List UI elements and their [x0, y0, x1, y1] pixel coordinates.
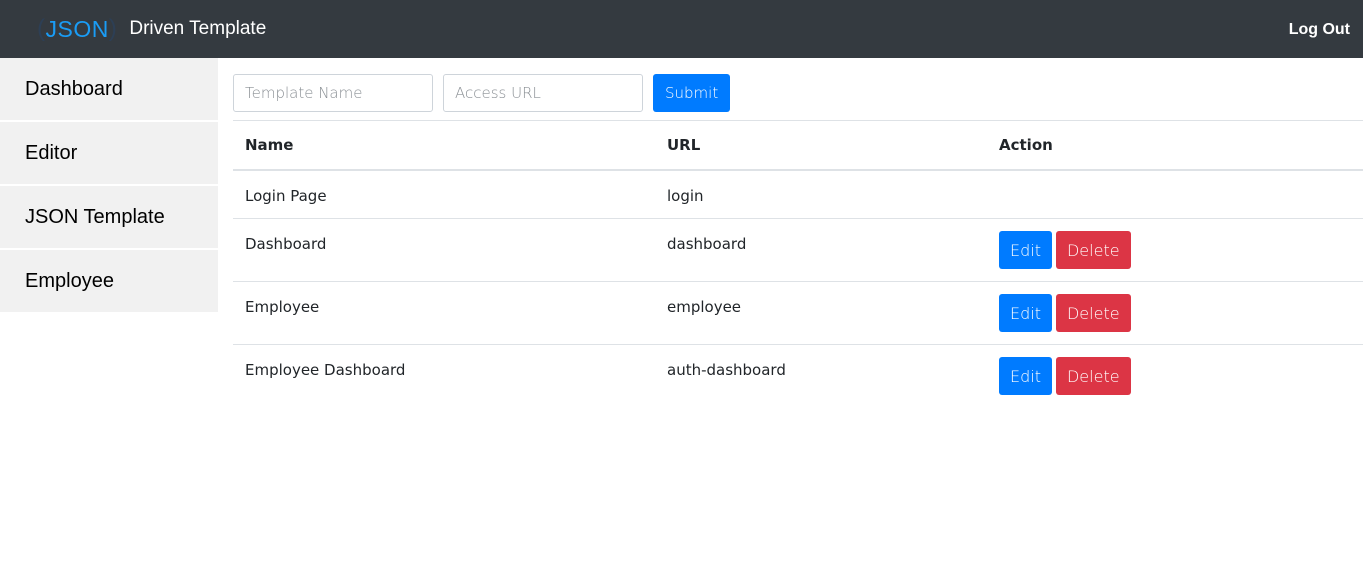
- sidebar-item-json-template[interactable]: JSON Template: [0, 186, 218, 248]
- row-actions: Edit Delete: [999, 282, 1351, 332]
- template-form: Submit: [233, 74, 731, 112]
- delete-button[interactable]: Delete: [1055, 294, 1131, 332]
- row-name: Employee Dashboard: [245, 361, 406, 379]
- row-name: Employee: [245, 298, 320, 316]
- table-row: Employee Dashboard auth-dashboard Edit D…: [233, 344, 1363, 408]
- sidebar-item-editor[interactable]: Editor: [0, 122, 218, 184]
- row-url: employee: [667, 298, 742, 316]
- table-row: Dashboard dashboard Edit Delete: [233, 218, 1363, 282]
- row-name: Dashboard: [245, 235, 327, 253]
- edit-button[interactable]: Edit: [999, 294, 1052, 332]
- logo-right-brace-icon: ): [108, 15, 118, 42]
- column-header-url: URL: [655, 120, 987, 171]
- logo-text: JSON: [45, 15, 109, 42]
- json-logo: ( JSON ): [33, 15, 121, 43]
- table-header-row: Name URL Action: [233, 120, 1363, 171]
- template-name-input[interactable]: [233, 74, 433, 112]
- row-url: auth-dashboard: [667, 361, 786, 379]
- delete-button[interactable]: Delete: [1055, 357, 1131, 395]
- column-header-name: Name: [233, 120, 655, 171]
- brand[interactable]: ( JSON ) Driven Template: [33, 14, 266, 44]
- table-row: Login Page login: [233, 169, 1363, 219]
- top-navbar: ( JSON ) Driven Template Log Out: [0, 0, 1363, 58]
- edit-button[interactable]: Edit: [999, 231, 1052, 269]
- sidebar-item-dashboard[interactable]: Dashboard: [0, 58, 218, 120]
- row-url: dashboard: [667, 235, 747, 253]
- logout-link[interactable]: Log Out: [1289, 21, 1350, 39]
- row-actions: [987, 169, 1363, 219]
- logo-left-brace-icon: (: [37, 15, 46, 42]
- edit-button[interactable]: Edit: [999, 357, 1052, 395]
- access-url-input[interactable]: [443, 74, 643, 112]
- table-row: Employee employee Edit Delete: [233, 281, 1363, 345]
- row-actions: Edit Delete: [999, 345, 1351, 395]
- row-url: login: [667, 186, 704, 205]
- row-name: Login Page: [245, 186, 327, 205]
- templates-table: Name URL Action Login Page login Dashboa…: [233, 120, 1363, 408]
- delete-button[interactable]: Delete: [1055, 231, 1131, 269]
- row-actions: Edit Delete: [999, 219, 1351, 269]
- submit-button[interactable]: Submit: [653, 74, 731, 112]
- sidebar-item-employee[interactable]: Employee: [0, 250, 218, 312]
- app-title: Driven Template: [129, 18, 267, 39]
- column-header-action: Action: [987, 120, 1363, 171]
- sidebar: Dashboard Editor JSON Template Employee: [0, 58, 218, 314]
